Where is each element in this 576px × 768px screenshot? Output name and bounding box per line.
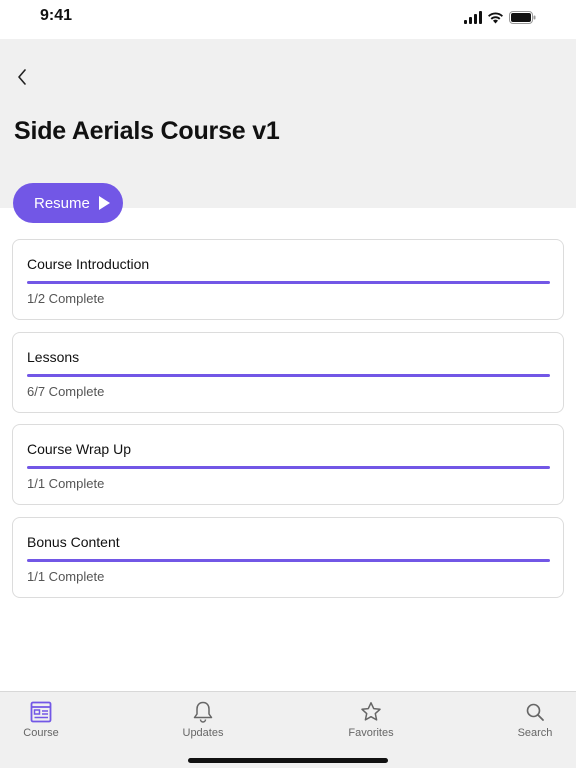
tab-search[interactable]: Search [495, 700, 575, 744]
section-progress-bar [27, 558, 550, 562]
page-title: Side Aerials Course v1 [14, 117, 280, 145]
app-screen: 9:41 Side Aerials Course v1 Resume Cours… [0, 0, 576, 768]
tab-bar: Course Updates Favorites Search [0, 691, 576, 768]
section-title: Lessons [27, 348, 80, 365]
section-title: Course Introduction [27, 256, 150, 272]
tab-favorites[interactable]: Favorites [331, 700, 411, 744]
status-time: 9:41 [40, 7, 73, 24]
section-card-lessons[interactable]: Lessons 6/7 Complete [12, 331, 564, 413]
section-status: 1/1 Complete [27, 568, 105, 584]
section-title: Course Wrap Up [27, 441, 132, 457]
star-icon [361, 702, 381, 721]
tab-course[interactable]: Course [1, 700, 81, 744]
section-progress-bar [27, 373, 550, 377]
tab-label: Course [23, 727, 59, 739]
wifi-icon [488, 11, 503, 23]
section-card-bonus-content[interactable]: Bonus Content 1/1 Complete [12, 516, 564, 598]
section-progress-bar [27, 466, 550, 469]
back-button[interactable] [12, 67, 32, 87]
status-icons [464, 9, 536, 25]
play-icon [98, 196, 110, 210]
tab-updates[interactable]: Updates [163, 700, 243, 744]
bell-icon [193, 701, 213, 723]
section-card-course-wrap-up[interactable]: Course Wrap Up 1/1 Complete [12, 424, 564, 505]
section-card-course-introduction[interactable]: Course Introduction 1/2 Complete [12, 239, 564, 320]
tab-label: Favorites [348, 727, 394, 739]
resume-button[interactable]: Resume [13, 183, 123, 223]
section-progress-fill [27, 281, 550, 284]
tab-label: Updates [182, 727, 224, 739]
section-progress-fill [27, 466, 550, 469]
course-icon [30, 701, 52, 723]
home-indicator [188, 758, 388, 763]
search-icon [526, 703, 544, 721]
status-bar: 9:41 [0, 0, 576, 39]
section-status: 1/2 Complete [27, 291, 105, 306]
section-status: 6/7 Complete [27, 383, 105, 399]
section-progress-bar [27, 281, 550, 284]
chevron-left-icon [18, 69, 26, 85]
section-status: 1/1 Complete [27, 476, 105, 491]
section-progress-fill [27, 558, 550, 562]
tab-label: Search [517, 727, 553, 739]
section-title: Bonus Content [27, 533, 120, 550]
section-list: Course Introduction 1/2 Complete Lessons… [12, 239, 564, 609]
section-progress-fill [27, 373, 550, 377]
battery-icon [509, 10, 536, 24]
resume-label: Resume [34, 194, 90, 212]
signal-icon [464, 10, 482, 24]
